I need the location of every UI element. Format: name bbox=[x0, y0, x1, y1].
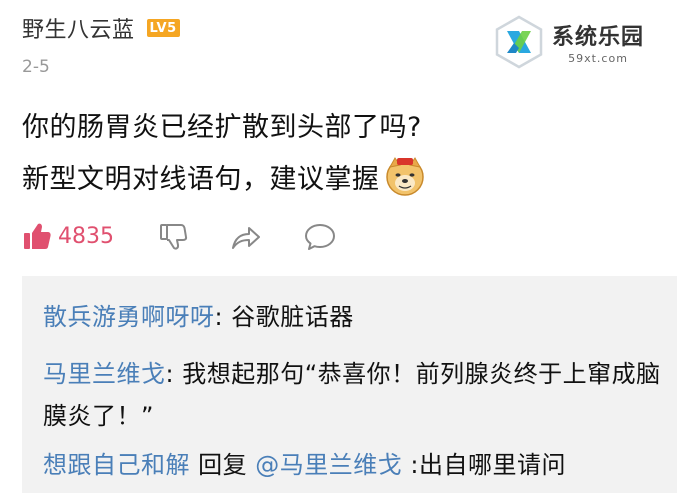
post-username[interactable]: 野生八云蓝 bbox=[22, 12, 135, 44]
comment-username[interactable]: 想跟自己和解 bbox=[43, 451, 190, 479]
comment-separator: : bbox=[214, 303, 232, 331]
weibo-post: 野生八云蓝 LV5 2-5 系统乐园 59xt.com 你的肠胃炎已经扩散到头部… bbox=[0, 0, 677, 493]
xitong-leyuan-logo-icon bbox=[495, 15, 543, 69]
level-badge: LV5 bbox=[146, 19, 180, 37]
post-text-line-1: 你的肠胃炎已经扩散到头部了吗? bbox=[22, 112, 422, 143]
comment-item: 想跟自己和解 回复 @马里兰维戈 :出自哪里请问 bbox=[43, 444, 566, 486]
like-count: 4835 bbox=[58, 223, 114, 249]
post-actions-bar: 4835 bbox=[22, 216, 335, 256]
comment-separator: : bbox=[165, 360, 183, 388]
doge-icon bbox=[385, 157, 424, 196]
thumbs-up-icon bbox=[24, 223, 51, 249]
watermark-url: 59xt.com bbox=[568, 52, 628, 65]
comments-section: 散兵游勇啊呀呀: 谷歌脏话器 马里兰维戈: 我想起那句“恭喜你！前列腺炎终于上窜… bbox=[22, 276, 677, 493]
thumbs-down-icon[interactable] bbox=[158, 222, 188, 252]
post-date: 2-5 bbox=[22, 57, 50, 77]
share-icon[interactable] bbox=[229, 222, 261, 252]
watermark-name: 系统乐园 bbox=[552, 25, 645, 50]
post-text-line-2-wrap: 新型文明对线语句，建议掌握 bbox=[22, 155, 426, 197]
comment-username[interactable]: 马里兰维戈 bbox=[43, 360, 166, 388]
like-button[interactable]: 4835 bbox=[22, 221, 114, 251]
post-text-line-2: 新型文明对线语句，建议掌握 bbox=[22, 163, 380, 195]
comment-mention[interactable]: @马里兰维戈 bbox=[255, 451, 402, 479]
post-header: 野生八云蓝 LV5 bbox=[22, 12, 180, 44]
comment-text: 谷歌脏话器 bbox=[231, 303, 354, 331]
comment-icon[interactable] bbox=[304, 222, 336, 252]
watermark-logo: 系统乐园 59xt.com bbox=[492, 12, 662, 72]
comment-username[interactable]: 散兵游勇啊呀呀 bbox=[43, 303, 215, 331]
reply-word: 回复 bbox=[190, 451, 256, 479]
comment-item: 散兵游勇啊呀呀: 谷歌脏话器 bbox=[43, 296, 354, 338]
comment-item: 马里兰维戈: 我想起那句“恭喜你！前列腺炎终于上窜成脑膜炎了！” bbox=[43, 353, 663, 437]
comment-text: :出自哪里请问 bbox=[402, 451, 566, 479]
